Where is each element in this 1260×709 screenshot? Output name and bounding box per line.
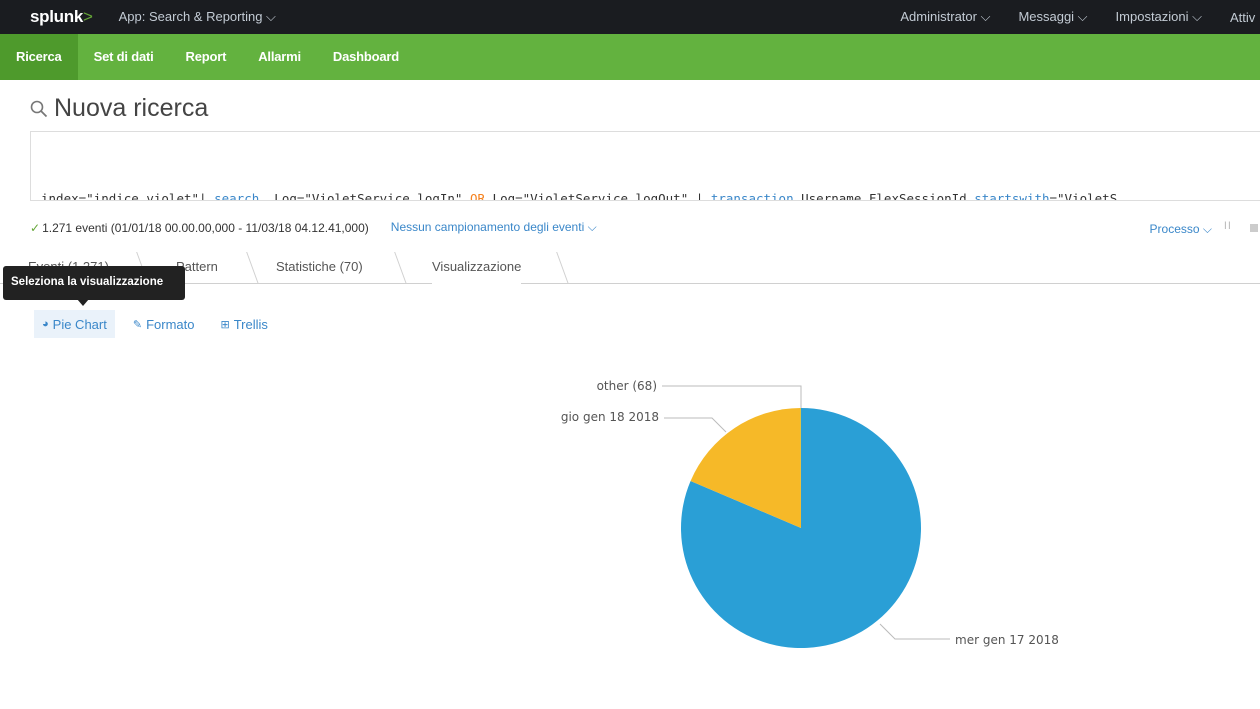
pie-leader-line — [880, 624, 950, 639]
page-title: Nuova ricerca — [54, 94, 208, 123]
pie-chart-label: Pie Chart — [53, 317, 107, 332]
pie-leader-line — [664, 418, 726, 432]
trellis-label: Trellis — [234, 317, 268, 332]
query-operator: OR — [470, 191, 485, 201]
nav-dashboards[interactable]: Dashboard — [317, 34, 415, 80]
query-keyword: transaction — [711, 191, 794, 201]
query-text: Log="VioletService.logOut" | — [485, 191, 711, 201]
format-button[interactable]: ✎ Formato — [125, 310, 203, 338]
pie-slice-label: mer gen 17 2018 — [955, 633, 1059, 647]
menu-settings[interactable]: Impostazioni ⌵ — [1116, 9, 1202, 25]
top-bar: splunk> App: Search & Reporting ⌵ Admini… — [0, 0, 1260, 34]
menu-messages[interactable]: Messaggi ⌵ — [1018, 9, 1087, 25]
nav-search[interactable]: Ricerca — [0, 34, 78, 80]
trellis-button[interactable]: ⊞ Trellis — [212, 310, 275, 338]
search-query-input[interactable]: index="indice_violet"| search Log="Viole… — [30, 131, 1260, 201]
tooltip: Seleziona la visualizzazione — [3, 266, 185, 300]
page-header: Nuova ricerca — [30, 94, 208, 123]
tooltip-arrow — [77, 299, 89, 306]
query-text: Log="VioletService.logIn" — [259, 191, 470, 201]
nav-alerts[interactable]: Allarmi — [242, 34, 317, 80]
pie-leader-line — [662, 386, 801, 408]
result-tabs: Eventi (1.271) Pattern Statistiche (70) … — [0, 252, 1260, 284]
job-process-menu[interactable]: Processo ⌵ — [1150, 222, 1212, 237]
trellis-icon: ⊞ — [220, 318, 229, 331]
tab-visualization[interactable]: Visualizzazione — [432, 252, 521, 284]
pencil-icon: ✎ — [133, 318, 142, 331]
splunk-logo[interactable]: splunk> — [30, 7, 93, 27]
top-right-menu: Administrator ⌵ Messaggi ⌵ Impostazioni … — [900, 0, 1260, 34]
query-keyword: search — [214, 191, 259, 201]
visualization-toolbar: ◕ Pie Chart ✎ Formato ⊞ Trellis — [34, 310, 286, 338]
format-label: Formato — [146, 317, 194, 332]
app-nav-bar: Ricerca Set di dati Report Allarmi Dashb… — [0, 34, 1260, 80]
job-status: ✓ 1.271 eventi (01/01/18 00.00.00,000 - … — [30, 220, 597, 235]
query-line-1: index="indice_violet"| search Log="Viole… — [41, 188, 1260, 201]
query-text: Username FlexSessionId — [794, 191, 975, 201]
event-count: 1.271 eventi (01/01/18 00.00.00,000 - 11… — [42, 221, 369, 235]
sampling-dropdown[interactable]: Nessun campionamento degli eventi ⌵ — [391, 220, 597, 235]
pause-icon[interactable]: II — [1224, 220, 1232, 232]
pie-slice-label: other (68) — [597, 379, 657, 393]
menu-activity[interactable]: Attiv — [1230, 10, 1260, 25]
search-icon — [30, 100, 48, 118]
query-text: ="VioletS — [1050, 191, 1118, 201]
nav-reports[interactable]: Report — [170, 34, 243, 80]
check-icon: ✓ — [30, 221, 40, 235]
stop-icon[interactable] — [1250, 224, 1258, 232]
nav-datasets[interactable]: Set di dati — [78, 34, 170, 80]
query-text: index="indice_violet"| — [41, 191, 214, 201]
tab-divider — [556, 252, 569, 284]
tab-statistics[interactable]: Statistiche (70) — [276, 252, 363, 284]
pie-chart-button[interactable]: ◕ Pie Chart — [34, 310, 115, 338]
tab-divider — [246, 252, 259, 284]
pie-chart-icon: ◕ — [42, 318, 49, 330]
tab-divider — [394, 252, 407, 284]
query-keyword: startswith — [974, 191, 1049, 201]
pie-slice-label: gio gen 18 2018 — [561, 410, 659, 424]
app-menu[interactable]: App: Search & Reporting ⌵ — [119, 9, 276, 25]
menu-administrator[interactable]: Administrator ⌵ — [900, 9, 990, 25]
pie-chart-area: mer gen 17 2018 gio gen 18 2018 other (68) — [0, 340, 1260, 704]
pie-chart: mer gen 17 2018 gio gen 18 2018 other (68) — [0, 340, 1260, 704]
